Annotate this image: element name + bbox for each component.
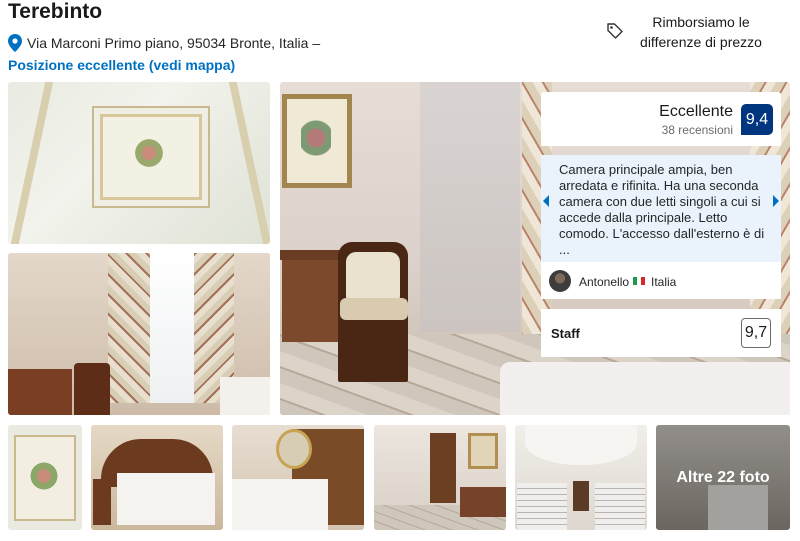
- map-pin-icon: [8, 34, 22, 52]
- rating-label: Eccellente: [659, 103, 733, 120]
- review-card: Camera principale ampia, ben arredata e …: [541, 155, 781, 262]
- staff-score: 9,7: [741, 318, 771, 348]
- staff-label: Staff: [551, 326, 580, 341]
- rating-score-badge: 9,4: [741, 104, 773, 135]
- chevron-right-icon[interactable]: [773, 195, 779, 207]
- reviewer-country: Italia: [651, 275, 677, 289]
- more-photos-button[interactable]: Altre 22 foto: [656, 425, 790, 530]
- hotel-address: Via Marconi Primo piano, 95034 Bronte, I…: [8, 34, 320, 52]
- thumbnail-bed-mirror[interactable]: [232, 425, 364, 530]
- thumbnail-double-bed[interactable]: [91, 425, 223, 530]
- thumbnail-ceiling-fresco[interactable]: [8, 425, 82, 530]
- photo-ceiling[interactable]: [8, 82, 270, 244]
- reviewer-info: Antonello Italia: [541, 262, 781, 299]
- price-match-line2: differenze di prezzo: [640, 34, 762, 50]
- more-photos-label: Altre 22 foto: [676, 468, 770, 486]
- review-text: Camera principale ampia, ben arredata e …: [559, 162, 765, 257]
- price-match-notice[interactable]: Rimborsiamo le differenze di prezzo: [616, 12, 786, 52]
- view-map-link[interactable]: Posizione eccellente (vedi mappa): [8, 57, 235, 73]
- avatar: [549, 270, 571, 292]
- thumbnail-twin-beds[interactable]: [515, 425, 647, 530]
- review-count: 38 recensioni: [661, 123, 733, 137]
- rating-summary[interactable]: Eccellente 38 recensioni 9,4: [541, 92, 781, 146]
- reviewer-name: Antonello: [579, 275, 630, 289]
- italy-flag-icon: [633, 277, 645, 285]
- staff-rating: Staff 9,7: [541, 309, 781, 357]
- thumbnail-entrance[interactable]: [374, 425, 506, 530]
- photo-bedroom-window[interactable]: [8, 253, 270, 415]
- hotel-name: Terebinto: [8, 0, 103, 23]
- address-text: Via Marconi Primo piano, 95034 Bronte, I…: [27, 35, 321, 51]
- price-match-line1: Rimborsiamo le: [652, 14, 750, 30]
- chevron-left-icon[interactable]: [543, 195, 549, 207]
